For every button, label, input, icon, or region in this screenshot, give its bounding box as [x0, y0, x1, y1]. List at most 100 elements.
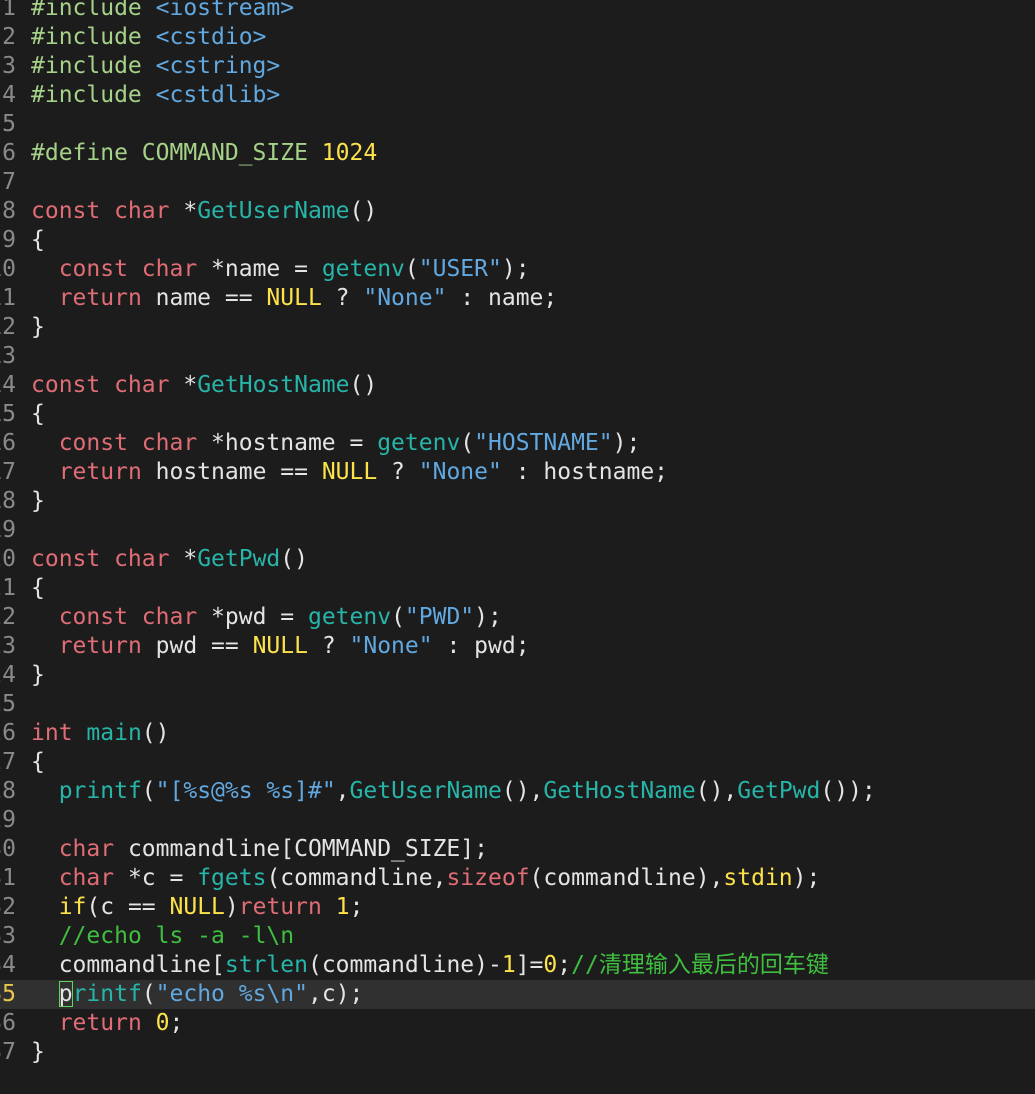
- code-token: "[%s@%s %s]#": [155, 778, 336, 804]
- code-line[interactable]: 20 const char *GetPwd(): [0, 545, 1035, 574]
- code-line[interactable]: 33 //echo ls -a -l\n: [0, 922, 1035, 951]
- code-line[interactable]: 8 const char *GetUserName(): [0, 197, 1035, 226]
- line-code: const char *GetPwd(): [31, 545, 308, 574]
- line-number: 2: [2, 24, 16, 50]
- line-number: 10: [0, 256, 16, 282]
- code-token: ;: [349, 894, 364, 920]
- code-token: #define: [31, 140, 142, 166]
- code-line[interactable]: 36 return 0;: [0, 1009, 1035, 1038]
- code-token: 0: [155, 1010, 170, 1036]
- code-line[interactable]: 5: [0, 110, 1035, 139]
- line-number: 17: [0, 459, 16, 485]
- code-line[interactable]: 9{: [0, 226, 1035, 255]
- code-line[interactable]: 19: [0, 516, 1035, 545]
- line-number: 30: [0, 836, 16, 862]
- code-token: commandline[COMMAND_SIZE];: [114, 836, 488, 862]
- code-token: ): [224, 894, 239, 920]
- code-token: (),: [501, 778, 544, 804]
- code-token: int: [31, 720, 73, 746]
- code-token: const char: [58, 256, 198, 282]
- code-line[interactable]: 18}: [0, 487, 1035, 516]
- code-line[interactable]: 37}: [0, 1038, 1035, 1067]
- code-token: ;: [169, 1010, 184, 1036]
- code-line[interactable]: 3 #include <cstring>: [0, 52, 1035, 81]
- line-code: {: [31, 748, 45, 777]
- code-line[interactable]: 31 char *c = fgets(commandline,sizeof(co…: [0, 864, 1035, 893]
- code-line[interactable]: 23 return pwd == NULL ? "None" : pwd;: [0, 632, 1035, 661]
- line-number: 21: [0, 575, 16, 601]
- code-line[interactable]: 29: [0, 806, 1035, 835]
- code-token: return: [58, 633, 142, 659]
- code-line[interactable]: 11 return name == NULL ? "None" : name;: [0, 284, 1035, 313]
- code-line[interactable]: 13: [0, 342, 1035, 371]
- line-code: #include <cstdlib>: [31, 81, 280, 110]
- code-token: (: [460, 430, 475, 456]
- code-line[interactable]: 6 #define COMMAND_SIZE 1024: [0, 139, 1035, 168]
- code-line[interactable]: 10 const char *name = getenv("USER");: [0, 255, 1035, 284]
- code-line[interactable]: 15 {: [0, 400, 1035, 429]
- line-code: const char *hostname = getenv("HOSTNAME"…: [31, 429, 641, 458]
- line-number: 23: [0, 633, 16, 659]
- code-token: );: [612, 430, 641, 456]
- code-line[interactable]: 1 #include <iostream>: [0, 0, 1035, 23]
- code-line[interactable]: 22 const char *pwd = getenv("PWD");: [0, 603, 1035, 632]
- code-line[interactable]: 16 const char *hostname = getenv("HOSTNA…: [0, 429, 1035, 458]
- code-line[interactable]: 2 #include <cstdio>: [0, 23, 1035, 52]
- code-token: *name =: [197, 256, 322, 282]
- line-number: 24: [0, 662, 16, 688]
- line-number: 11: [0, 285, 16, 311]
- code-line[interactable]: 4 #include <cstdlib>: [0, 81, 1035, 110]
- code-line[interactable]: 14 const char *GetHostName(): [0, 371, 1035, 400]
- code-line[interactable]: 26 int main(): [0, 719, 1035, 748]
- line-number: 33: [0, 923, 16, 949]
- code-line[interactable]: 28 printf("[%s@%s %s]#",GetUserName(),Ge…: [0, 777, 1035, 806]
- line-code: }: [31, 313, 45, 342]
- code-line[interactable]: 30 char commandline[COMMAND_SIZE];: [0, 835, 1035, 864]
- code-line[interactable]: 7: [0, 168, 1035, 197]
- code-token: #include: [31, 82, 156, 108]
- code-token: GetUserName: [349, 778, 502, 804]
- code-token: const char: [31, 198, 170, 224]
- code-line[interactable]: 32 if(c == NULL)return 1;: [0, 893, 1035, 922]
- code-token: #include: [31, 53, 156, 79]
- line-number: 12: [0, 314, 16, 340]
- code-token: }: [31, 488, 45, 514]
- code-line[interactable]: 17 return hostname == NULL ? "None" : ho…: [0, 458, 1035, 487]
- code-editor[interactable]: 1 #include <iostream> 2 #include <cstdio> 3 #…: [0, 0, 1035, 1067]
- code-token: getenv: [377, 430, 461, 456]
- code-token: );: [474, 604, 502, 630]
- line-code: char commandline[COMMAND_SIZE];: [31, 835, 488, 864]
- line-code: const char *GetHostName(): [31, 371, 377, 400]
- code-token: COMMAND_SIZE: [141, 140, 322, 166]
- line-number: 22: [0, 604, 16, 630]
- code-line[interactable]: 24}: [0, 661, 1035, 690]
- code-line[interactable]: 25: [0, 690, 1035, 719]
- line-number: 32: [0, 894, 16, 920]
- code-token: #include: [31, 24, 156, 50]
- code-token: const char: [31, 546, 170, 572]
- code-line[interactable]: 21 {: [0, 574, 1035, 603]
- code-line[interactable]: 34 commandline[strlen(commandline)-1]=0;…: [0, 951, 1035, 980]
- code-token: }: [31, 662, 45, 688]
- code-token: //echo ls -a -l\n: [58, 923, 295, 949]
- code-token: return: [238, 894, 322, 920]
- code-token: (): [280, 546, 308, 572]
- line-code: }: [31, 1038, 45, 1067]
- line-number: 19: [0, 517, 16, 543]
- code-token: ?: [377, 459, 419, 485]
- line-code: return 0;: [31, 1009, 184, 1038]
- code-line[interactable]: 35 printf("echo %s\n",c);: [0, 980, 1035, 1009]
- line-code: #include <cstring>: [31, 52, 280, 81]
- line-code: const char *name = getenv("USER");: [31, 255, 530, 284]
- code-token: getenv: [321, 256, 405, 282]
- line-number: 9: [2, 227, 16, 253]
- code-token: {: [31, 749, 45, 775]
- code-line[interactable]: 12}: [0, 313, 1035, 342]
- line-code: printf("[%s@%s %s]#",GetUserName(),GetHo…: [31, 777, 876, 806]
- line-code: printf("echo %s\n",c);: [31, 980, 363, 1009]
- code-line[interactable]: 27 {: [0, 748, 1035, 777]
- line-number: 8: [2, 198, 16, 224]
